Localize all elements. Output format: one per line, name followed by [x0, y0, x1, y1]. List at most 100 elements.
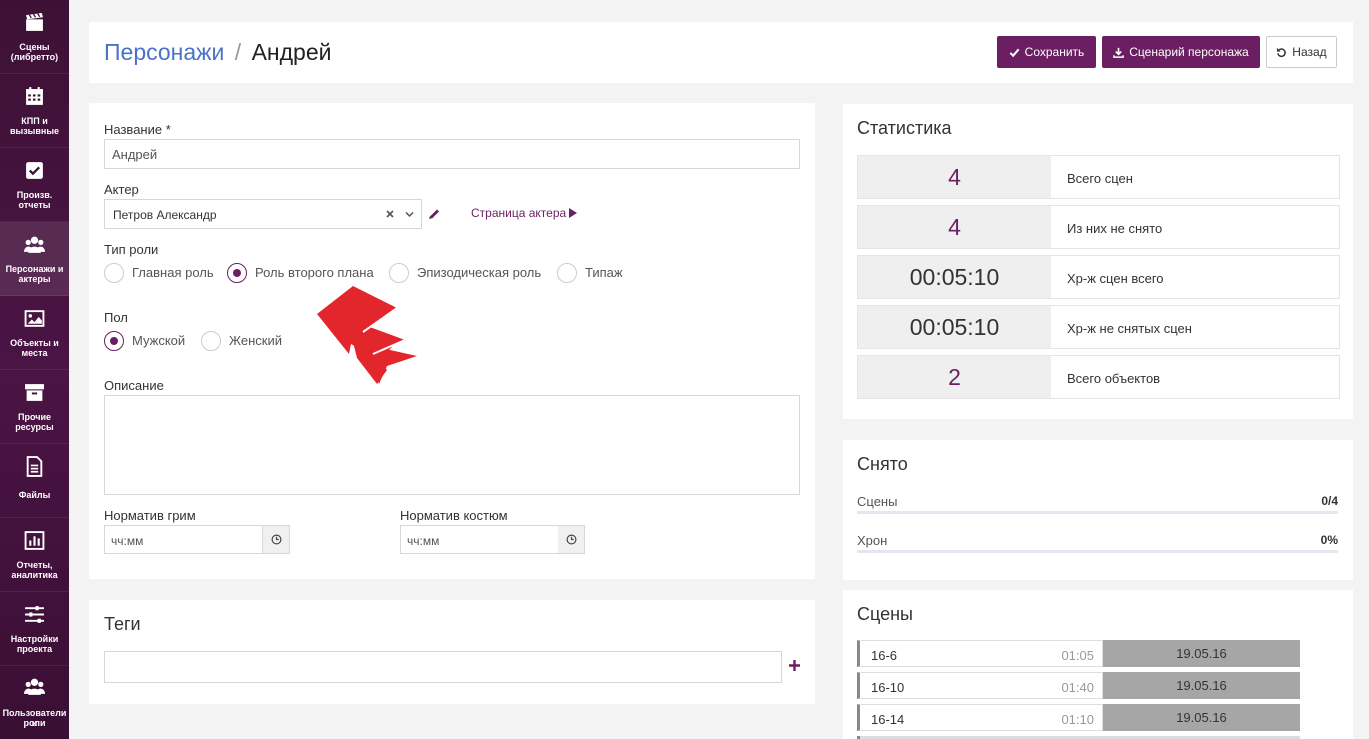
- scene-name: 16-10: [871, 680, 905, 695]
- sidebar-item-label: Файлы: [18, 490, 51, 500]
- sidebar-item-settings[interactable]: Настройки проекта: [0, 592, 69, 666]
- sliders-icon: [25, 606, 44, 623]
- role-option-label: Эпизодическая роль: [417, 265, 542, 280]
- character-form: Название * Андрей Актер Петров Александр…: [89, 103, 815, 579]
- stat-row: 00:05:10 Хр-ж сцен всего: [857, 255, 1340, 299]
- gender-option-label: Женский: [229, 333, 282, 348]
- users-icon: [24, 678, 45, 695]
- name-field[interactable]: Андрей: [104, 139, 800, 169]
- tags-title: Теги: [104, 614, 141, 634]
- chron-progress-value: 0%: [1320, 533, 1338, 547]
- stat-label: Всего объектов: [1067, 371, 1161, 386]
- stat-value: 00:05:10: [858, 306, 1051, 348]
- clock-icon: [271, 534, 281, 545]
- role-option-label: Типаж: [585, 265, 623, 280]
- edit-pencil-icon[interactable]: [428, 207, 441, 220]
- clapperboard-icon: [26, 13, 43, 31]
- sidebar-item-reports[interactable]: Произв. отчеты: [0, 148, 69, 222]
- role-radio-main[interactable]: [104, 263, 124, 283]
- checkbox-icon: [26, 162, 43, 179]
- scene-cell: 16-14 01:10: [857, 704, 1103, 731]
- stat-row: 2 Всего объектов: [857, 355, 1340, 399]
- page-title: Андрей: [251, 39, 332, 65]
- gender-radio-female[interactable]: [201, 331, 221, 351]
- role-radio-type[interactable]: [557, 263, 577, 283]
- caret-right-icon: [569, 208, 578, 218]
- stat-value: 4: [858, 206, 1051, 248]
- chron-progress-bar: [857, 550, 1338, 553]
- sidebar-item-label: отчеты: [18, 200, 51, 210]
- statistics-card: Статистика 4 Всего сцен 4 Из них не снят…: [843, 104, 1353, 419]
- scene-row[interactable]: 16-10 01:40 19.05.16: [857, 672, 1300, 699]
- scenes-card: Сцены 16-6 01:05 19.05.16 16-10 01:40 19…: [843, 590, 1353, 739]
- scene-duration: 01:10: [1061, 712, 1094, 727]
- stat-row: 4 Всего сцен: [857, 155, 1340, 199]
- clear-icon[interactable]: [386, 210, 394, 218]
- stat-label: Всего сцен: [1067, 171, 1133, 186]
- back-button[interactable]: Назад: [1266, 36, 1337, 68]
- sidebar-item-label: Объекты и: [10, 338, 59, 348]
- sidebar-item-characters[interactable]: Персонажи и актеры: [0, 222, 69, 296]
- description-label: Описание: [104, 378, 164, 393]
- stat-label: Хр-ж не снятых сцен: [1067, 321, 1192, 336]
- actor-select[interactable]: Петров Александр: [104, 199, 422, 229]
- gender-radio-male[interactable]: [104, 331, 124, 351]
- scene-date: 19.05.16: [1103, 704, 1300, 731]
- shot-progress-card: Снято Сцены 0/4 Хрон 0%: [843, 440, 1353, 580]
- check-icon: [1009, 48, 1020, 57]
- tags-input[interactable]: [104, 651, 782, 683]
- shot-title: Снято: [857, 454, 908, 474]
- bar-chart-icon: [24, 531, 45, 550]
- scene-date: 19.05.16: [1103, 672, 1300, 699]
- role-option-label: Роль второго плана: [255, 265, 374, 280]
- save-button[interactable]: Сохранить: [997, 36, 1096, 68]
- stat-label: Из них не снято: [1067, 221, 1163, 236]
- sidebar-item-scenes[interactable]: Сцены (либретто): [0, 0, 69, 74]
- scene-row[interactable]: 16-14 01:10 19.05.16: [857, 704, 1300, 731]
- calendar-icon: [26, 87, 43, 105]
- scene-name: 16-6: [871, 648, 898, 663]
- sidebar-item-label: Сцены: [19, 42, 50, 52]
- gender-label: Пол: [104, 310, 128, 325]
- breadcrumb-link[interactable]: Персонажи: [104, 39, 224, 65]
- makeup-time-input[interactable]: чч:мм: [104, 525, 263, 554]
- actor-page-link-text: Страница актера: [471, 206, 567, 220]
- sidebar: Сцены (либретто) КПП и вызывные Произв. …: [0, 0, 69, 739]
- sidebar-item-label: роли: [23, 718, 46, 728]
- role-radio-episodic[interactable]: [389, 263, 409, 283]
- scene-row[interactable]: 16-6 01:05 19.05.16: [857, 640, 1300, 667]
- arrow-annotation-icon: [317, 286, 417, 384]
- scene-cell: 16-6 01:05: [857, 640, 1103, 667]
- description-textarea[interactable]: [104, 395, 800, 495]
- makeup-placeholder: чч:мм: [111, 534, 144, 548]
- stat-value: 2: [858, 356, 1051, 398]
- makeup-clock-button[interactable]: [263, 525, 290, 554]
- stat-value: 00:05:10: [858, 256, 1051, 298]
- sidebar-item-resources[interactable]: Прочие ресурсы: [0, 370, 69, 444]
- sidebar-item-label: проекта: [16, 644, 53, 654]
- actor-page-link[interactable]: Страница актера: [471, 206, 578, 220]
- scenes-progress-value: 0/4: [1321, 494, 1338, 508]
- role-radio-secondary[interactable]: [227, 263, 247, 283]
- sidebar-item-analytics[interactable]: Отчеты, аналитика: [0, 518, 69, 592]
- character-script-button[interactable]: Сценарий персонажа: [1102, 36, 1260, 68]
- sidebar-item-objects[interactable]: Объекты и места: [0, 296, 69, 370]
- image-icon: [24, 310, 45, 327]
- sidebar-item-users[interactable]: Пользователи и роли: [0, 666, 69, 739]
- chevron-down-icon[interactable]: [405, 211, 414, 218]
- costume-time-input[interactable]: чч:мм: [400, 525, 559, 554]
- scene-duration: 01:40: [1061, 680, 1094, 695]
- clock-icon: [566, 534, 576, 545]
- plus-icon[interactable]: [789, 660, 800, 671]
- role-type-label: Тип роли: [104, 242, 159, 257]
- actor-label: Актер: [104, 182, 139, 197]
- sidebar-item-kpp[interactable]: КПП и вызывные: [0, 74, 69, 148]
- sidebar-item-files[interactable]: Файлы: [0, 444, 69, 518]
- scene-cell: 16-10 01:40: [857, 672, 1103, 699]
- makeup-label: Норматив грим: [104, 508, 196, 523]
- tags-card: Теги: [89, 600, 815, 704]
- character-script-button-label: Сценарий персонажа: [1129, 45, 1249, 59]
- page-header: Персонажи / Андрей Сохранить Сценарий пе…: [89, 22, 1353, 83]
- costume-clock-button[interactable]: [558, 525, 585, 554]
- scenes-progress-label: Сцены: [857, 494, 898, 509]
